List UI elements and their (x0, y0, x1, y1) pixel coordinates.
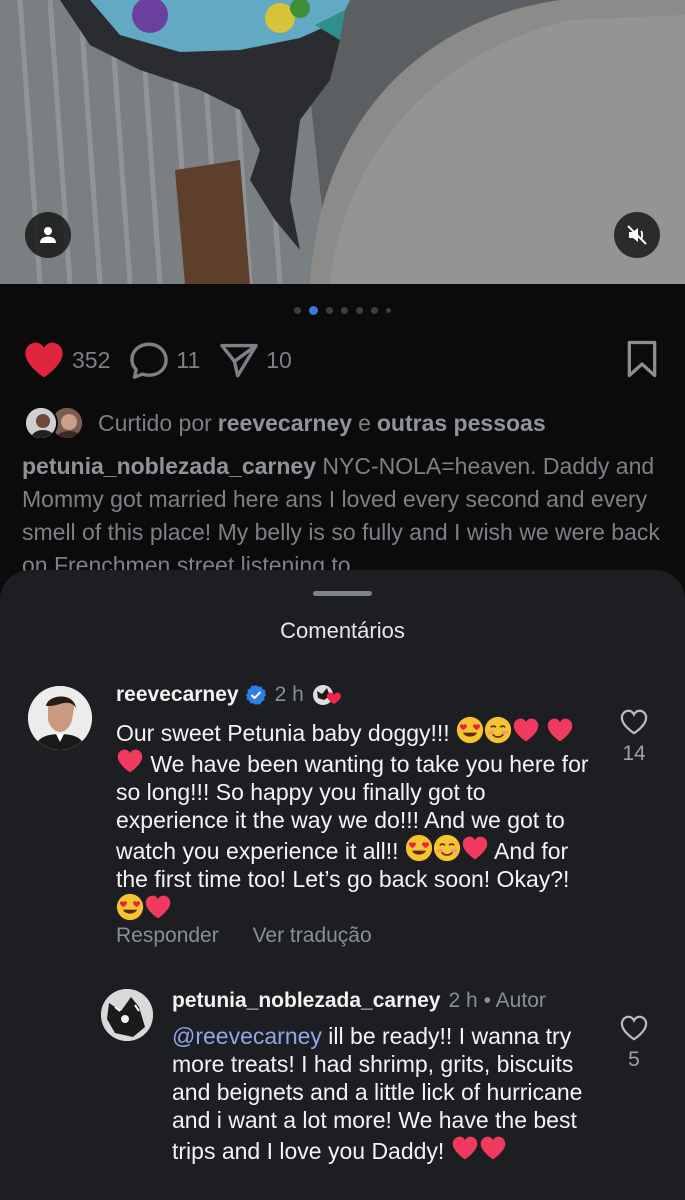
heart-eyes-emoji-icon (456, 716, 484, 744)
post-photo[interactable] (0, 0, 685, 284)
liked-by-prefix: Curtido por (98, 409, 212, 436)
heart-emoji-icon (461, 834, 489, 862)
comment-time: 2 h (448, 989, 478, 1012)
heart-emoji-icon (512, 716, 540, 744)
comment-header: reevecarney 2 h (116, 680, 342, 710)
heart-emoji-icon (116, 747, 144, 775)
comments-count: 11 (176, 346, 201, 373)
mention-link[interactable]: @reevecarney (172, 1023, 322, 1049)
bookmark-icon (627, 340, 657, 378)
comment-text-part: Our sweet Petunia baby doggy!!! (116, 720, 457, 746)
comment-text: Our sweet Petunia baby doggy!!! We have … (116, 716, 591, 924)
comment-username[interactable]: reevecarney (116, 683, 239, 707)
shares-count: 10 (266, 346, 292, 373)
carousel-dot (294, 307, 301, 314)
verified-badge-icon (245, 684, 267, 706)
carousel-dot (341, 307, 348, 314)
author-label: • Autor (483, 989, 546, 1012)
send-paper-plane-icon (220, 343, 259, 378)
sheet-title: Comentários (280, 618, 405, 643)
comments-sheet: Comentários reevecarney 2 h Our sweet Pe… (0, 570, 685, 1200)
save-button[interactable] (625, 340, 659, 383)
commenter-avatar[interactable] (28, 686, 92, 750)
carousel-dot (326, 307, 333, 314)
likes-count: 352 (72, 346, 111, 373)
translate-button[interactable]: Ver tradução (253, 924, 372, 947)
smiling-blush-emoji-icon (484, 716, 512, 744)
heart-emoji-icon (451, 1134, 479, 1162)
tagged-people-button[interactable] (25, 212, 71, 258)
heart-eyes-emoji-icon (405, 834, 433, 862)
carousel-indicator (0, 306, 685, 315)
heart-emoji-icon (144, 893, 172, 921)
heart-outline-icon[interactable] (619, 1014, 649, 1042)
heart-outline-icon[interactable] (619, 708, 649, 736)
liked-by-author-icon (312, 683, 342, 707)
like-action[interactable]: 352 (22, 340, 110, 380)
heart-eyes-emoji-icon (116, 893, 144, 921)
liked-by-user[interactable]: reevecarney (218, 410, 352, 437)
liked-by-avatars (24, 406, 86, 440)
carousel-dot (386, 308, 391, 313)
carousel-dot (309, 306, 318, 315)
mute-button[interactable] (614, 212, 660, 258)
avatar (24, 406, 58, 440)
heart-filled-icon (25, 342, 63, 378)
heart-emoji-icon (546, 716, 574, 744)
smiling-blush-emoji-icon (433, 834, 461, 862)
carousel-dot (371, 307, 378, 314)
comment-like-count: 5 (628, 1048, 640, 1071)
comment-like[interactable]: 5 (614, 1014, 654, 1072)
comment-actions: Responder Ver tradução (116, 924, 400, 948)
reply-button[interactable]: Responder (116, 924, 219, 947)
speaker-muted-icon (627, 225, 647, 245)
liked-by-others[interactable]: outras pessoas (377, 410, 546, 437)
comment-username[interactable]: petunia_noblezada_carney (172, 989, 440, 1013)
comment-header: petunia_noblezada_carney 2 h • Autor (172, 986, 546, 1016)
comment-time: 2 h (274, 683, 304, 706)
comment-like-count: 14 (622, 742, 646, 765)
comment-action[interactable]: 11 (128, 340, 200, 380)
comment-text: @reevecarney ill be ready!! I wanna try … (172, 1022, 592, 1165)
person-icon (40, 227, 56, 243)
caption-username[interactable]: petunia_noblezada_carney (22, 453, 316, 479)
comment-like[interactable]: 14 (614, 708, 654, 766)
share-action[interactable]: 10 (218, 340, 292, 380)
post-caption: petunia_noblezada_carney NYC-NOLA=heaven… (22, 450, 662, 582)
liked-by-conjunction: e (358, 409, 371, 436)
commenter-avatar[interactable] (101, 989, 153, 1041)
sheet-drag-handle[interactable] (313, 591, 372, 596)
post-actions: 352 11 10 (22, 339, 310, 381)
photo-scene (0, 0, 685, 284)
comment-bubble-icon (130, 342, 169, 379)
carousel-dot (356, 307, 363, 314)
liked-by-line[interactable]: Curtido por reevecarney e outras pessoas (24, 406, 552, 440)
heart-emoji-icon (479, 1134, 507, 1162)
